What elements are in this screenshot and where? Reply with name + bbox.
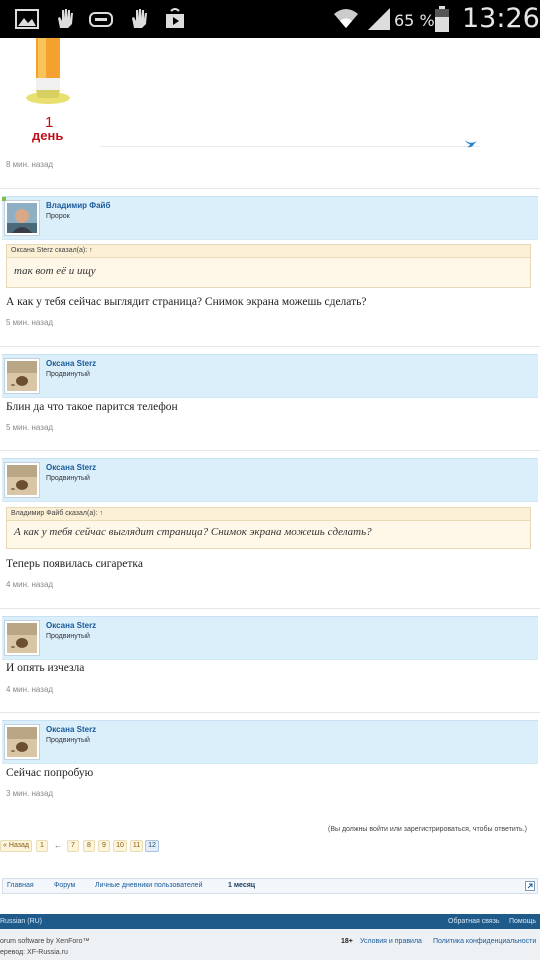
- page-link-1[interactable]: 1: [36, 840, 48, 852]
- battery-percent: 65 %: [394, 11, 435, 30]
- breadcrumb-diaries[interactable]: Личные дневники пользователей: [95, 878, 202, 893]
- jump-icon[interactable]: [525, 881, 535, 891]
- username-link[interactable]: Оксана Sterz: [46, 621, 96, 630]
- post-time: 3 мин. назад: [6, 789, 54, 798]
- post-text: И опять изчезла: [6, 662, 85, 674]
- page-link-current[interactable]: 12: [145, 840, 159, 852]
- avatar[interactable]: [4, 200, 40, 236]
- feedback-link[interactable]: Обратная связь: [448, 914, 500, 929]
- age-badge: 18+: [341, 938, 353, 945]
- play-store-icon: [166, 8, 184, 28]
- quote-author[interactable]: Оксана Sterz сказал(а): ↑: [7, 245, 530, 258]
- language-selector[interactable]: Russian (RU): [0, 914, 42, 929]
- username-link[interactable]: Владимир Файб: [46, 201, 110, 210]
- footer-bar: Russian (RU) Обратная связь Помощь: [0, 914, 540, 929]
- cigarette-sticker: 1 день: [14, 38, 86, 148]
- user-title: Продвинутый: [46, 633, 90, 640]
- avatar[interactable]: [4, 358, 40, 394]
- page-link-8[interactable]: 8: [83, 840, 95, 852]
- software-credit[interactable]: orum software by XenForo™: [0, 938, 89, 945]
- help-link[interactable]: Помощь: [509, 914, 536, 929]
- username-link[interactable]: Оксана Sterz: [46, 463, 96, 472]
- user-title: Продвинутый: [46, 737, 90, 744]
- breadcrumb: [2, 878, 538, 894]
- page-link-9[interactable]: 9: [98, 840, 110, 852]
- post-header: Оксана Sterz Продвинутый: [2, 354, 538, 398]
- post-time: 4 мин. назад: [6, 685, 54, 694]
- quote-author[interactable]: Владимир Файб сказал(а): ↑: [7, 508, 530, 521]
- prev-page-button[interactable]: « Назад: [0, 840, 32, 852]
- user-title: Пророк: [46, 213, 70, 220]
- avatar[interactable]: [4, 462, 40, 498]
- post-time: 5 мин. назад: [6, 423, 54, 432]
- page-link-7[interactable]: 7: [67, 840, 79, 852]
- username-link[interactable]: Оксана Sterz: [46, 359, 96, 368]
- post-time: 8 мин. назад: [6, 160, 54, 169]
- post-header: Оксана Sterz Продвинутый: [2, 720, 538, 764]
- twitter-bird-icon[interactable]: [464, 138, 478, 149]
- post-header: Оксана Sterz Продвинутый: [2, 458, 538, 502]
- quote-text: так вот её и ищу: [14, 265, 96, 277]
- page-link-11[interactable]: 11: [130, 840, 143, 852]
- signature-line: [100, 146, 480, 147]
- translation-credit[interactable]: еревод: XF-Russia.ru: [0, 949, 68, 956]
- post-header: Владимир Файб Пророк: [2, 196, 538, 240]
- breadcrumb-forum[interactable]: Форум: [54, 878, 75, 893]
- breadcrumb-home[interactable]: Главная: [7, 878, 34, 893]
- gamepad-icon: [89, 12, 113, 27]
- gallery-icon: [15, 9, 39, 29]
- sticker-word: день: [32, 128, 64, 143]
- wifi-icon: [334, 9, 358, 28]
- privacy-link[interactable]: Политика конфиденциальности: [433, 938, 536, 945]
- clock: 13:26: [462, 3, 540, 34]
- hand-icon: [58, 9, 73, 28]
- avatar[interactable]: [4, 724, 40, 760]
- post-header: Оксана Sterz Продвинутый: [2, 616, 538, 660]
- page-link-10[interactable]: 10: [113, 840, 127, 852]
- hand-icon: [132, 9, 147, 28]
- user-title: Продвинутый: [46, 475, 90, 482]
- terms-link[interactable]: Условия и правила: [360, 938, 422, 945]
- post-text: Сейчас попробую: [6, 767, 94, 779]
- post-text: А как у тебя сейчас выглядит страница? С…: [6, 296, 367, 308]
- username-link[interactable]: Оксана Sterz: [46, 725, 96, 734]
- post-text: Теперь появилась сигаретка: [6, 558, 143, 570]
- quote-block: Владимир Файб сказал(а): ↑ А как у тебя …: [6, 507, 531, 549]
- post-time: 5 мин. назад: [6, 318, 54, 327]
- post-time: 4 мин. назад: [6, 580, 54, 589]
- quote-block: Оксана Sterz сказал(а): ↑ так вот её и и…: [6, 244, 531, 288]
- battery-icon: [435, 6, 449, 32]
- quote-text: А как у тебя сейчас выглядит страница? С…: [14, 526, 372, 538]
- user-title: Продвинутый: [46, 371, 90, 378]
- breadcrumb-current[interactable]: 1 месяц: [228, 878, 255, 893]
- forum-thread-page: 1 день 8 мин. назад Владимир Файб Пророк…: [0, 38, 540, 960]
- post-text: Блин да что такое парится телефон: [6, 401, 178, 413]
- page-jump-arrow[interactable]: ←: [54, 841, 62, 850]
- avatar[interactable]: [4, 620, 40, 656]
- login-note[interactable]: (Вы должны войти или зарегистрироваться,…: [328, 826, 527, 833]
- cigarette-icon: [26, 38, 70, 104]
- signal-icon: [368, 8, 390, 30]
- status-bar: 65 % 13:26: [0, 0, 540, 38]
